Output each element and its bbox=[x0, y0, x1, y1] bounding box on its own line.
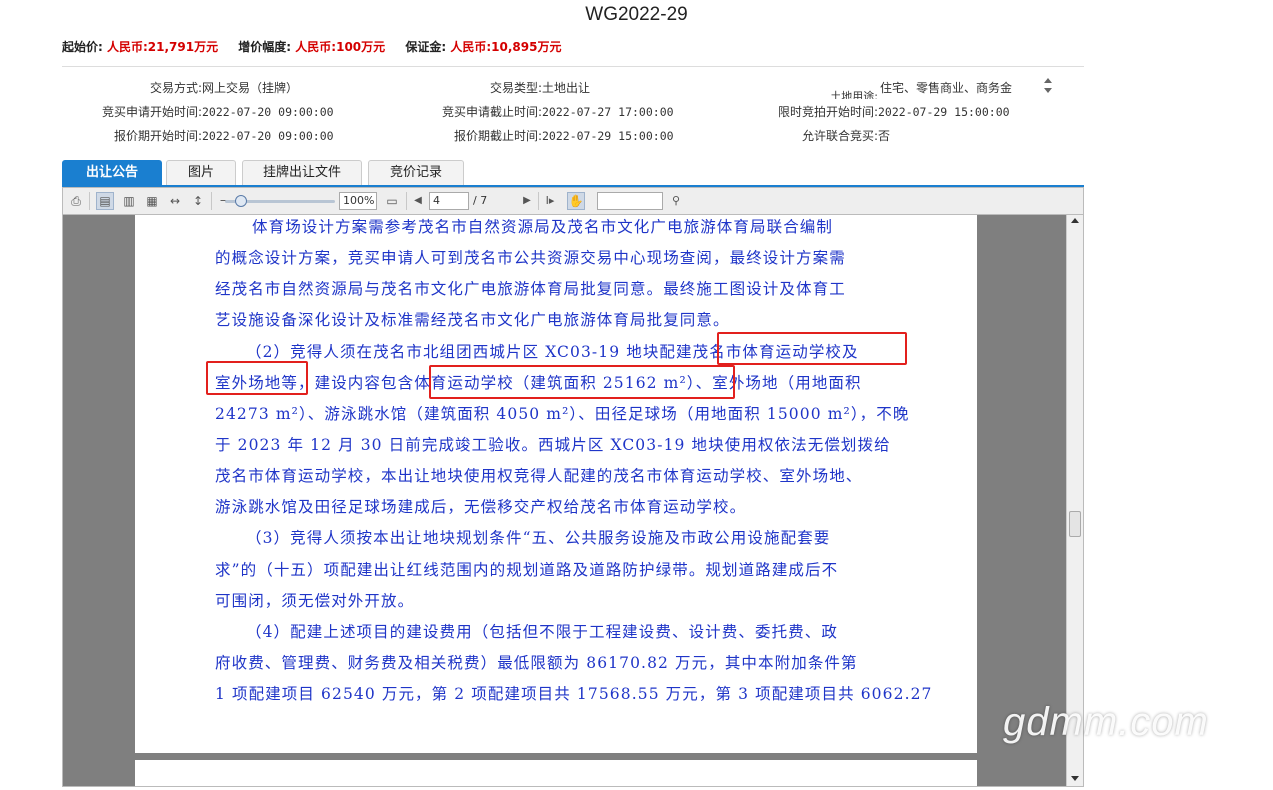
scroll-up-icon[interactable] bbox=[1044, 78, 1052, 83]
doc-line: 经茂名市自然资源局与茂名市文化广电旅游体育局批复同意。最终施工图设计及体育工 bbox=[215, 280, 846, 298]
search-input[interactable] bbox=[597, 192, 663, 210]
apply-end-value: 2022-07-27 17:00:00 bbox=[542, 105, 674, 119]
trade-type: 交易类型:土地出让 bbox=[402, 79, 590, 96]
zoom-slider-handle[interactable] bbox=[235, 195, 247, 207]
toolbar-separator bbox=[89, 192, 90, 210]
next-page-icon[interactable]: ▶ bbox=[518, 192, 536, 210]
increment-label: 增价幅度: bbox=[238, 40, 292, 54]
prev-page-icon[interactable]: ◀ bbox=[409, 192, 427, 210]
doc-line: 1 项配建项目 62540 万元，第 2 项配建项目共 17568.55 万元，… bbox=[215, 685, 933, 703]
doc-line: 艺设施设备深化设计及标准需经茂名市文化广电旅游体育局批复同意。 bbox=[215, 311, 730, 329]
price-summary: 起始价: 人民币:21,791万元 增价幅度: 人民币:100万元 保证金: 人… bbox=[62, 38, 577, 55]
trade-mode: 交易方式:网上交易（挂牌） bbox=[62, 79, 298, 96]
scrollbar-thumb[interactable] bbox=[1069, 511, 1081, 537]
grid-view-icon[interactable]: ▦ bbox=[143, 192, 161, 210]
trade-type-label: 交易类型: bbox=[489, 81, 542, 95]
fit-height-icon[interactable]: ↕ bbox=[189, 192, 207, 210]
quote-end: 报价期截止时间:2022-07-29 15:00:00 bbox=[402, 127, 674, 144]
hand-tool-icon[interactable]: ✋ bbox=[567, 192, 585, 210]
auction-start-label: 限时竞拍开始时间: bbox=[777, 105, 878, 119]
doc-line: 可围闭，须无偿对外开放。 bbox=[215, 592, 415, 610]
trade-mode-value: 网上交易（挂牌） bbox=[202, 81, 299, 95]
quote-start-label: 报价期开始时间: bbox=[113, 129, 202, 143]
doc-line: （4）配建上述项目的建设费用（包括但不限于工程建设费、设计费、委托费、政 bbox=[246, 623, 838, 641]
pdf-viewer: ⎙ ▤ ▥ ▦ ↔ ↕ − 100% ▭ ◀ 4 / 7 ▶ I▸ ✋ ⚲ 体育… bbox=[62, 187, 1084, 787]
scroll-down-icon[interactable] bbox=[1044, 88, 1052, 93]
tab-announcement[interactable]: 出让公告 bbox=[62, 160, 162, 185]
zoom-input[interactable]: 100% bbox=[339, 192, 377, 210]
toolbar-separator bbox=[406, 192, 407, 210]
start-price-value: 人民币:21,791万元 bbox=[107, 40, 219, 54]
land-use-value: 住宅、零售商业、商务金 bbox=[880, 81, 1013, 95]
doc-line: （3）竞得人须按本出让地块规划条件“五、公共服务设施及市政公用设施配套要 bbox=[246, 529, 831, 547]
deposit-value: 人民币:10,895万元 bbox=[450, 40, 562, 54]
two-page-icon[interactable]: ▥ bbox=[120, 192, 138, 210]
watermark: gdmm.com bbox=[1003, 700, 1209, 744]
joint-bid: 允许联合竞买:否 bbox=[738, 127, 890, 144]
toolbar-separator bbox=[538, 192, 539, 210]
apply-start: 竞买申请开始时间:2022-07-20 09:00:00 bbox=[62, 103, 334, 120]
quote-start: 报价期开始时间:2022-07-20 09:00:00 bbox=[62, 127, 334, 144]
document-page: 体育场设计方案需参考茂名市自然资源局及茂名市文化广电旅游体育局联合编制 的概念设… bbox=[135, 215, 977, 753]
quote-end-value: 2022-07-29 15:00:00 bbox=[542, 129, 674, 143]
trade-type-value: 土地出让 bbox=[542, 81, 591, 95]
highlight-box bbox=[717, 332, 907, 365]
doc-line: 体育场设计方案需参考茂名市自然资源局及茂名市文化广电旅游体育局联合编制 bbox=[252, 218, 834, 236]
apply-end-label: 竞买申请截止时间: bbox=[441, 105, 542, 119]
divider bbox=[62, 66, 1084, 67]
doc-line: 茂名市体育运动学校，本出让地块使用权竞得人配建的茂名市体育运动学校、室外场地、 bbox=[215, 467, 863, 485]
apply-start-value: 2022-07-20 09:00:00 bbox=[202, 105, 334, 119]
land-use-scroll[interactable] bbox=[1041, 76, 1055, 100]
quote-end-label: 报价期截止时间: bbox=[453, 129, 542, 143]
page-total: / 7 bbox=[473, 194, 488, 207]
quote-start-value: 2022-07-20 09:00:00 bbox=[202, 129, 334, 143]
toolbar-separator bbox=[211, 192, 212, 210]
print-icon[interactable]: ⎙ bbox=[67, 192, 85, 210]
tab-bid-records[interactable]: 竞价记录 bbox=[368, 160, 464, 185]
doc-line: 府收费、管理费、财务费及相关税费）最低限额为 86170.82 万元，其中本附加… bbox=[215, 654, 858, 672]
viewer-toolbar: ⎙ ▤ ▥ ▦ ↔ ↕ − 100% ▭ ◀ 4 / 7 ▶ I▸ ✋ ⚲ bbox=[63, 188, 1083, 215]
highlight-box bbox=[206, 361, 308, 395]
text-select-icon[interactable]: I▸ bbox=[541, 192, 559, 210]
doc-line: 求”的（十五）项配建出让红线范围内的规划道路及道路防护绿带。规划道路建成后不 bbox=[215, 561, 839, 579]
fit-page-icon[interactable]: ▭ bbox=[383, 192, 401, 210]
joint-bid-label: 允许联合竞买: bbox=[801, 129, 878, 143]
scroll-down-icon[interactable] bbox=[1071, 776, 1079, 781]
document-page-next bbox=[135, 760, 977, 786]
doc-line: 游泳跳水馆及田径足球场建成后，无偿移交产权给茂名市体育运动学校。 bbox=[215, 498, 747, 516]
auction-start: 限时竞拍开始时间:2022-07-29 15:00:00 bbox=[738, 103, 1010, 120]
doc-line: 的概念设计方案，竞买申请人可到茂名市公共资源交易中心现场查阅，最终设计方案需 bbox=[215, 249, 846, 267]
highlight-box bbox=[429, 365, 735, 399]
scroll-up-icon[interactable] bbox=[1071, 218, 1079, 223]
page-number-input[interactable]: 4 bbox=[429, 192, 469, 210]
doc-line: 于 2023 年 12 月 30 日前完成竣工验收。西城片区 XC03-19 地… bbox=[215, 436, 891, 454]
fit-width-icon[interactable]: ↔ bbox=[166, 192, 184, 210]
doc-line: 24273 m²）、游泳跳水馆（建筑面积 4050 m²）、田径足球场（用地面积… bbox=[215, 405, 910, 423]
apply-start-label: 竞买申请开始时间: bbox=[101, 105, 202, 119]
single-page-icon[interactable]: ▤ bbox=[96, 192, 114, 210]
auction-start-value: 2022-07-29 15:00:00 bbox=[878, 105, 1010, 119]
document-area: 体育场设计方案需参考茂名市自然资源局及茂名市文化广电旅游体育局联合编制 的概念设… bbox=[63, 215, 1067, 786]
trade-mode-label: 交易方式: bbox=[149, 81, 202, 95]
apply-end: 竞买申请截止时间:2022-07-27 17:00:00 bbox=[402, 103, 674, 120]
increment-value: 人民币:100万元 bbox=[295, 40, 386, 54]
land-use-label: 土地用途: bbox=[830, 90, 878, 103]
land-use-label-wrap: 土地用途: bbox=[738, 88, 878, 103]
joint-bid-value: 否 bbox=[878, 129, 891, 143]
tab-listing-docs[interactable]: 挂牌出让文件 bbox=[242, 160, 362, 185]
start-price-label: 起始价: bbox=[62, 40, 103, 54]
tab-images[interactable]: 图片 bbox=[166, 160, 236, 185]
search-icon[interactable]: ⚲ bbox=[667, 192, 685, 210]
page-title: WG2022-29 bbox=[585, 4, 688, 25]
deposit-label: 保证金: bbox=[405, 40, 447, 54]
